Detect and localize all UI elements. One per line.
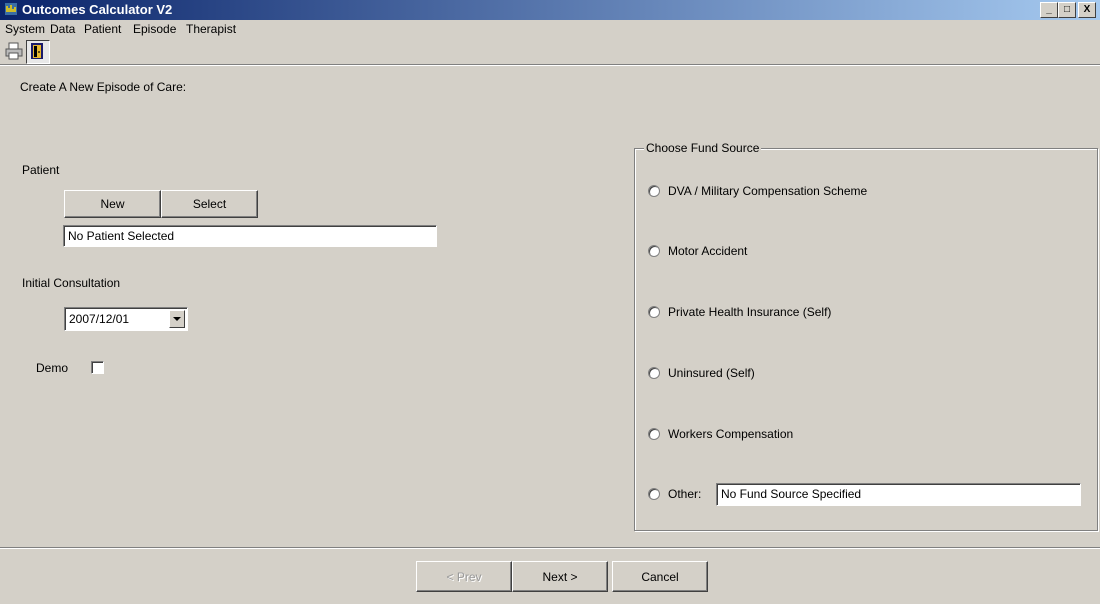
demo-label: Demo [36,361,69,375]
consultation-date-combo[interactable]: 2007/12/01 [64,307,188,331]
radio-motor-accident[interactable] [648,245,660,257]
title-bar: Outcomes Calculator V2 _ □ X [0,0,1100,20]
fund-option-motor-accident: Motor Accident [668,244,748,258]
printer-icon [5,42,23,60]
dropdown-button[interactable] [169,310,185,328]
divider [0,65,1100,66]
consultation-date-value: 2007/12/01 [69,312,130,326]
page-heading: Create A New Episode of Care: [20,80,187,94]
maximize-button[interactable]: □ [1058,2,1076,18]
cancel-button[interactable]: Cancel [612,561,708,592]
radio-uninsured[interactable] [648,367,660,379]
demo-checkbox[interactable] [91,361,104,374]
fund-option-dva: DVA / Military Compensation Scheme [668,184,868,198]
fund-option-private-health: Private Health Insurance (Self) [668,305,832,319]
selected-patient-field[interactable]: No Patient Selected [63,225,437,247]
app-icon [5,3,17,15]
toolbar [0,38,1100,65]
menu-system[interactable]: System [5,22,45,36]
radio-private-health[interactable] [648,306,660,318]
chevron-down-icon [173,317,181,321]
menu-patient[interactable]: Patient [84,22,121,36]
footer-divider [0,547,1100,549]
initial-consultation-label: Initial Consultation [22,276,121,290]
fund-source-title: Choose Fund Source [644,141,762,155]
fund-option-uninsured: Uninsured (Self) [668,366,755,380]
print-button[interactable] [3,40,25,62]
fund-option-workers-comp: Workers Compensation [668,427,794,441]
exit-button[interactable] [26,40,50,64]
new-patient-button[interactable]: New [64,190,161,218]
radio-dva[interactable] [648,185,660,197]
other-fund-field[interactable]: No Fund Source Specified [716,483,1081,506]
menu-episode[interactable]: Episode [133,22,176,36]
window-title: Outcomes Calculator V2 [22,2,173,17]
radio-workers-comp[interactable] [648,428,660,440]
patient-label: Patient [22,163,60,177]
door-exit-icon [31,43,43,59]
minimize-button[interactable]: _ [1040,2,1058,18]
fund-option-other: Other: [668,487,702,501]
prev-button[interactable]: < Prev [416,561,512,592]
select-patient-button[interactable]: Select [161,190,258,218]
menu-therapist[interactable]: Therapist [186,22,236,36]
menu-bar: System Data Patient Episode Therapist [0,20,1100,38]
radio-other[interactable] [648,488,660,500]
close-button[interactable]: X [1078,2,1096,18]
fund-source-group [634,148,1098,531]
next-button[interactable]: Next > [512,561,608,592]
menu-data[interactable]: Data [50,22,75,36]
